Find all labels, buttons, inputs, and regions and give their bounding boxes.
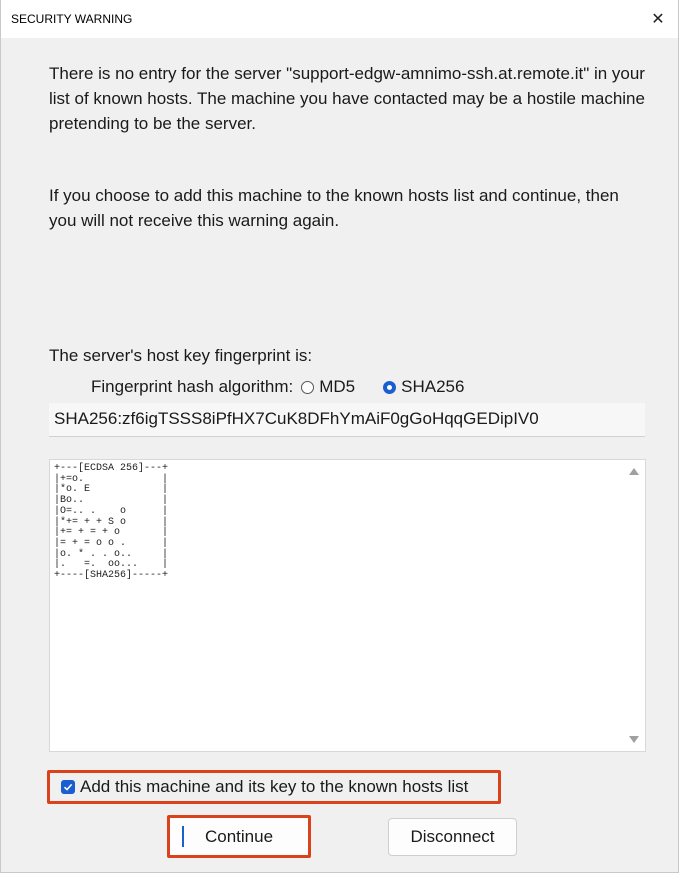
radio-sha256-label: SHA256: [401, 377, 465, 396]
disconnect-button-label: Disconnect: [410, 827, 495, 846]
radio-sha256[interactable]: SHA256: [383, 377, 464, 397]
add-to-known-hosts-checkbox[interactable]: Add this machine and its key to the know…: [47, 770, 501, 804]
radio-checked-icon: [383, 380, 397, 394]
continue-button[interactable]: Continue: [167, 815, 311, 858]
randomart-text: +---[ECDSA 256]---+ |+=o. | |*o. E | |Bo…: [54, 463, 169, 582]
radio-unchecked-icon: [301, 380, 315, 394]
hash-algorithm-label: Fingerprint hash algorithm:: [91, 377, 294, 396]
title-bar: SECURITY WARNING ✕: [1, 0, 678, 38]
radio-md5-label: MD5: [319, 377, 356, 396]
randomart-textbox[interactable]: +---[ECDSA 256]---+ |+=o. | |*o. E | |Bo…: [49, 459, 646, 752]
radio-md5[interactable]: MD5: [301, 377, 355, 397]
dialog-title: SECURITY WARNING: [11, 12, 133, 26]
checkmark-icon: [61, 780, 75, 794]
security-warning-dialog: SECURITY WARNING ✕ There is no entry for…: [0, 0, 679, 873]
close-button[interactable]: ✕: [638, 0, 678, 38]
hash-algorithm-row: Fingerprint hash algorithm: MD5 SHA256: [91, 375, 464, 399]
fingerprint-label: The server's host key fingerprint is:: [49, 346, 313, 365]
continue-info-message: If you choose to add this machine to the…: [49, 186, 619, 230]
add-to-known-hosts-label: Add this machine and its key to the know…: [80, 777, 469, 796]
scroll-up-arrow-icon[interactable]: [629, 468, 639, 475]
focus-caret: [182, 826, 184, 847]
fingerprint-value-field[interactable]: SHA256:zf6igTSSS8iPfHX7CuK8DFhYmAiF0gGoH…: [49, 403, 645, 437]
close-icon: ✕: [651, 11, 665, 28]
scroll-down-arrow-icon[interactable]: [629, 736, 639, 743]
continue-button-label: Continue: [204, 826, 274, 846]
disconnect-button[interactable]: Disconnect: [388, 818, 517, 856]
warning-message: There is no entry for the server "suppor…: [49, 64, 645, 133]
